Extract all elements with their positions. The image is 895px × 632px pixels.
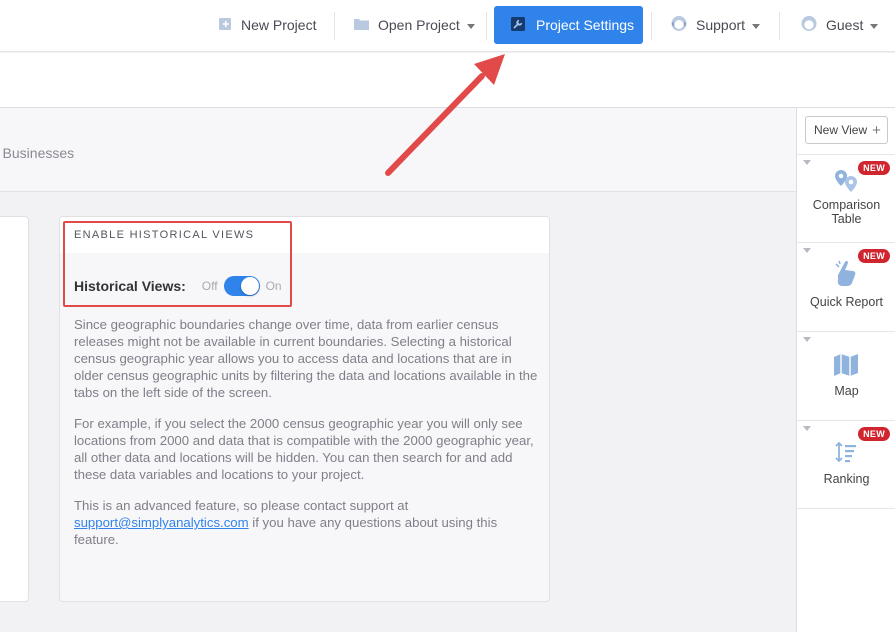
corner-marker: [803, 337, 811, 342]
corner-marker: [803, 160, 811, 165]
sidebar-item-map[interactable]: Map: [797, 331, 895, 420]
card-heading: ENABLE HISTORICAL VIEWS: [74, 229, 255, 241]
comparison-label-line1: Comparison: [812, 198, 881, 212]
open-project-label: Open Project: [378, 17, 460, 33]
quick-report-label: Quick Report: [810, 295, 883, 309]
historical-views-toggle[interactable]: [223, 276, 260, 296]
folder-icon: [354, 17, 369, 33]
sidebar-item-comparison-table[interactable]: NEW Comparison Table: [797, 154, 895, 242]
toggle-knob: [240, 277, 259, 295]
project-settings-button[interactable]: Project Settings: [494, 6, 643, 44]
support-text-before: This is an advanced feature, so please c…: [74, 498, 409, 513]
historical-views-row: Historical Views: Off On: [74, 275, 282, 297]
chevron-down-icon: [752, 23, 761, 29]
new-badge: NEW: [858, 249, 890, 263]
divider: [486, 12, 487, 40]
new-badge: NEW: [858, 161, 890, 175]
new-view-label: New View: [814, 123, 868, 137]
historical-views-card: ENABLE HISTORICAL VIEWS Historical Views…: [59, 216, 550, 602]
chevron-down-icon: [466, 23, 475, 29]
support-email-link[interactable]: support@simplyanalytics.com: [74, 515, 249, 530]
description-paragraph: Since geographic boundaries change over …: [74, 317, 538, 400]
new-project-icon: [218, 17, 232, 34]
user-avatar-icon: [801, 15, 817, 35]
support-avatar-icon: [671, 15, 687, 35]
top-navigation-bar: New Project Open Project Project Setting…: [0, 0, 895, 52]
settings-wrench-icon: [511, 16, 525, 34]
support-label: Support: [696, 17, 746, 33]
plus-icon: +: [872, 121, 881, 139]
comparison-label-line2: Table: [831, 212, 862, 226]
corner-marker: [803, 248, 811, 253]
map-icon: [833, 353, 859, 382]
new-view-button[interactable]: New View +: [805, 116, 888, 144]
card-header: ENABLE HISTORICAL VIEWS: [60, 217, 549, 253]
settings-card-partial: [0, 216, 29, 602]
divider: [334, 12, 335, 40]
new-project-label: New Project: [241, 17, 317, 33]
map-pins-icon: [833, 168, 859, 199]
guest-label: Guest: [826, 17, 864, 33]
project-settings-label: Project Settings: [536, 17, 635, 33]
divider: [651, 12, 652, 40]
secondary-toolbar: [0, 53, 895, 108]
new-badge: NEW: [858, 427, 890, 441]
historical-views-label: Historical Views:: [74, 278, 186, 294]
toggle-on-label: On: [265, 279, 282, 293]
toggle-off-label: Off: [201, 279, 218, 293]
views-sidebar: New View + NEW Comparison Table NEW Quic…: [796, 108, 895, 632]
corner-marker: [803, 426, 811, 431]
support-menu[interactable]: Support: [671, 0, 761, 50]
support-paragraph: This is an advanced feature, so please c…: [74, 497, 544, 548]
sidebar-item-ranking[interactable]: NEW Ranking: [797, 420, 895, 508]
ranking-icon: [835, 441, 857, 470]
example-paragraph: For example, if you select the 2000 cens…: [74, 416, 534, 482]
pointing-hand-icon: [833, 259, 859, 292]
open-project-button[interactable]: Open Project: [354, 0, 475, 50]
divider: [779, 12, 780, 40]
new-project-button[interactable]: New Project: [218, 0, 316, 50]
settings-panel-header: r Businesses: [0, 108, 796, 192]
sidebar-empty-area: [797, 508, 895, 632]
chevron-down-icon: [870, 23, 879, 29]
sidebar-item-quick-report[interactable]: NEW Quick Report: [797, 242, 895, 331]
map-label: Map: [834, 384, 859, 398]
panel-header-text: r Businesses: [0, 145, 75, 161]
guest-menu[interactable]: Guest: [801, 0, 879, 50]
ranking-label: Ranking: [823, 472, 870, 486]
